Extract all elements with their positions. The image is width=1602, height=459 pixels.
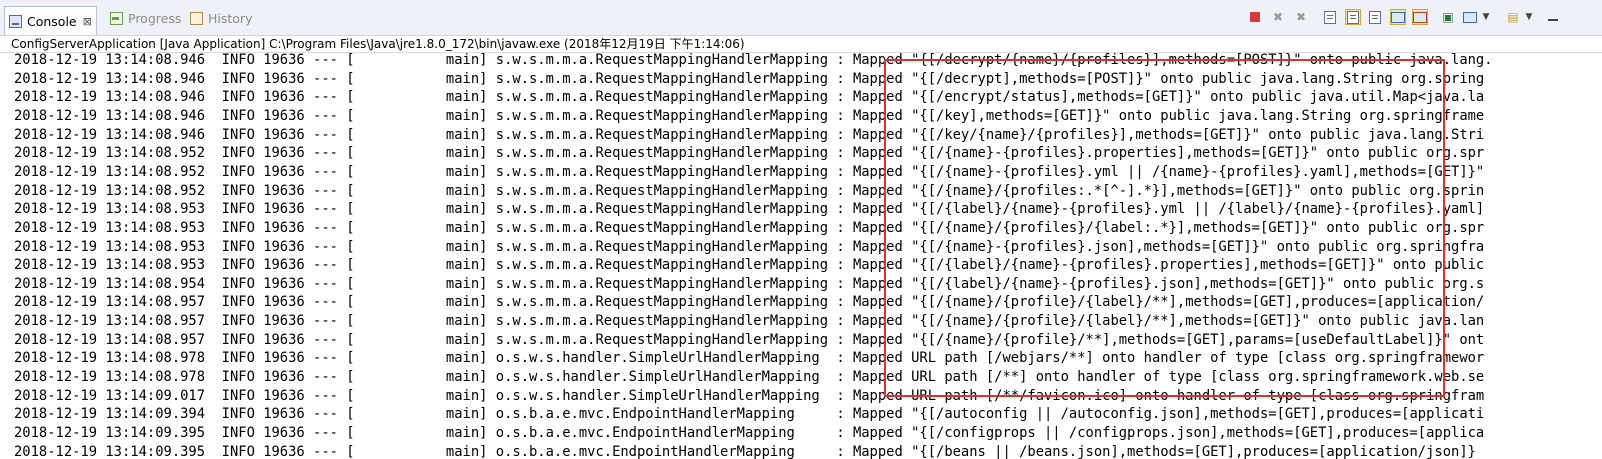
display-selected-console-icon[interactable] xyxy=(1462,9,1478,25)
history-icon xyxy=(190,11,203,25)
tab-progress[interactable]: Progress xyxy=(110,5,181,31)
close-icon[interactable]: ⊠ xyxy=(83,15,92,28)
show-on-stderr-icon[interactable] xyxy=(1412,9,1428,25)
console-line: 2018-12-19 13:14:09.395 INFO 19636 --- [… xyxy=(14,425,1485,441)
remove-all-terminated-icon[interactable]: ✖ xyxy=(1293,9,1309,25)
scroll-lock-icon[interactable] xyxy=(1345,9,1361,25)
console-output[interactable]: 2018-12-19 13:14:08.946 INFO 19636 --- [… xyxy=(0,52,1602,459)
progress-icon xyxy=(110,11,123,25)
show-on-stdout-icon[interactable] xyxy=(1390,9,1406,25)
tab-label: Console xyxy=(27,13,77,29)
console-line: 2018-12-19 13:14:08.953 INFO 19636 --- [… xyxy=(14,201,1485,218)
console-line: 2018-12-19 13:14:08.952 INFO 19636 --- [… xyxy=(14,145,1485,162)
console-line: 2018-12-19 13:14:08.978 INFO 19636 --- [… xyxy=(14,350,1485,367)
console-line: 2018-12-19 13:14:08.952 INFO 19636 --- [… xyxy=(14,182,1485,199)
view-tab-bar: Console ⊠ Progress History ✖ ✖ ▣ ▼ ▤ ▼ xyxy=(0,0,1602,36)
console-line: 2018-12-19 13:14:08.946 INFO 19636 --- [… xyxy=(14,126,1485,143)
clear-console-icon[interactable] xyxy=(1322,9,1338,25)
console-line: 2018-12-19 13:14:09.395 INFO 19636 --- [… xyxy=(14,443,1476,459)
console-line: 2018-12-19 13:14:09.394 INFO 19636 --- [… xyxy=(14,406,1485,423)
tab-label: History xyxy=(208,10,253,26)
console-line: 2018-12-19 13:14:08.957 INFO 19636 --- [… xyxy=(14,313,1485,330)
console-line: 2018-12-19 13:14:08.953 INFO 19636 --- [… xyxy=(14,238,1485,255)
console-line: 2018-12-19 13:14:08.952 INFO 19636 --- [… xyxy=(14,163,1485,180)
console-line: 2018-12-19 13:14:08.954 INFO 19636 --- [… xyxy=(14,275,1485,292)
console-icon xyxy=(9,14,22,28)
console-line: 2018-12-19 13:14:08.957 INFO 19636 --- [… xyxy=(14,294,1485,311)
pin-console-icon[interactable]: ▣ xyxy=(1440,9,1456,25)
minimize-icon[interactable] xyxy=(1545,9,1561,25)
console-line: 2018-12-19 13:14:08.957 INFO 19636 --- [… xyxy=(14,331,1485,348)
console-line: 2018-12-19 13:14:08.978 INFO 19636 --- [… xyxy=(14,369,1485,386)
console-line: 2018-12-19 13:14:09.017 INFO 19636 --- [… xyxy=(14,387,1485,404)
console-line: 2018-12-19 13:14:08.946 INFO 19636 --- [… xyxy=(14,89,1485,106)
tab-label: Progress xyxy=(128,10,182,26)
chevron-down-icon[interactable]: ▼ xyxy=(1478,9,1494,25)
console-line: 2018-12-19 13:14:08.946 INFO 19636 --- [… xyxy=(14,107,1485,124)
console-line: 2018-12-19 13:14:08.953 INFO 19636 --- [… xyxy=(14,219,1485,236)
terminate-icon[interactable] xyxy=(1247,9,1263,25)
tab-history[interactable]: History xyxy=(190,5,252,31)
chevron-down-icon[interactable]: ▼ xyxy=(1521,9,1537,25)
process-title: ConfigServerApplication [Java Applicatio… xyxy=(11,37,745,51)
word-wrap-icon[interactable] xyxy=(1367,9,1383,25)
remove-launch-icon[interactable]: ✖ xyxy=(1270,9,1286,25)
console-line: 2018-12-19 13:14:08.953 INFO 19636 --- [… xyxy=(14,257,1485,274)
tab-console[interactable]: Console ⊠ xyxy=(4,6,97,35)
console-line: 2018-12-19 13:14:08.946 INFO 19636 --- [… xyxy=(14,70,1485,87)
open-console-icon[interactable]: ▤ xyxy=(1505,9,1521,25)
console-line: 2018-12-19 13:14:08.946 INFO 19636 --- [… xyxy=(14,52,1493,68)
